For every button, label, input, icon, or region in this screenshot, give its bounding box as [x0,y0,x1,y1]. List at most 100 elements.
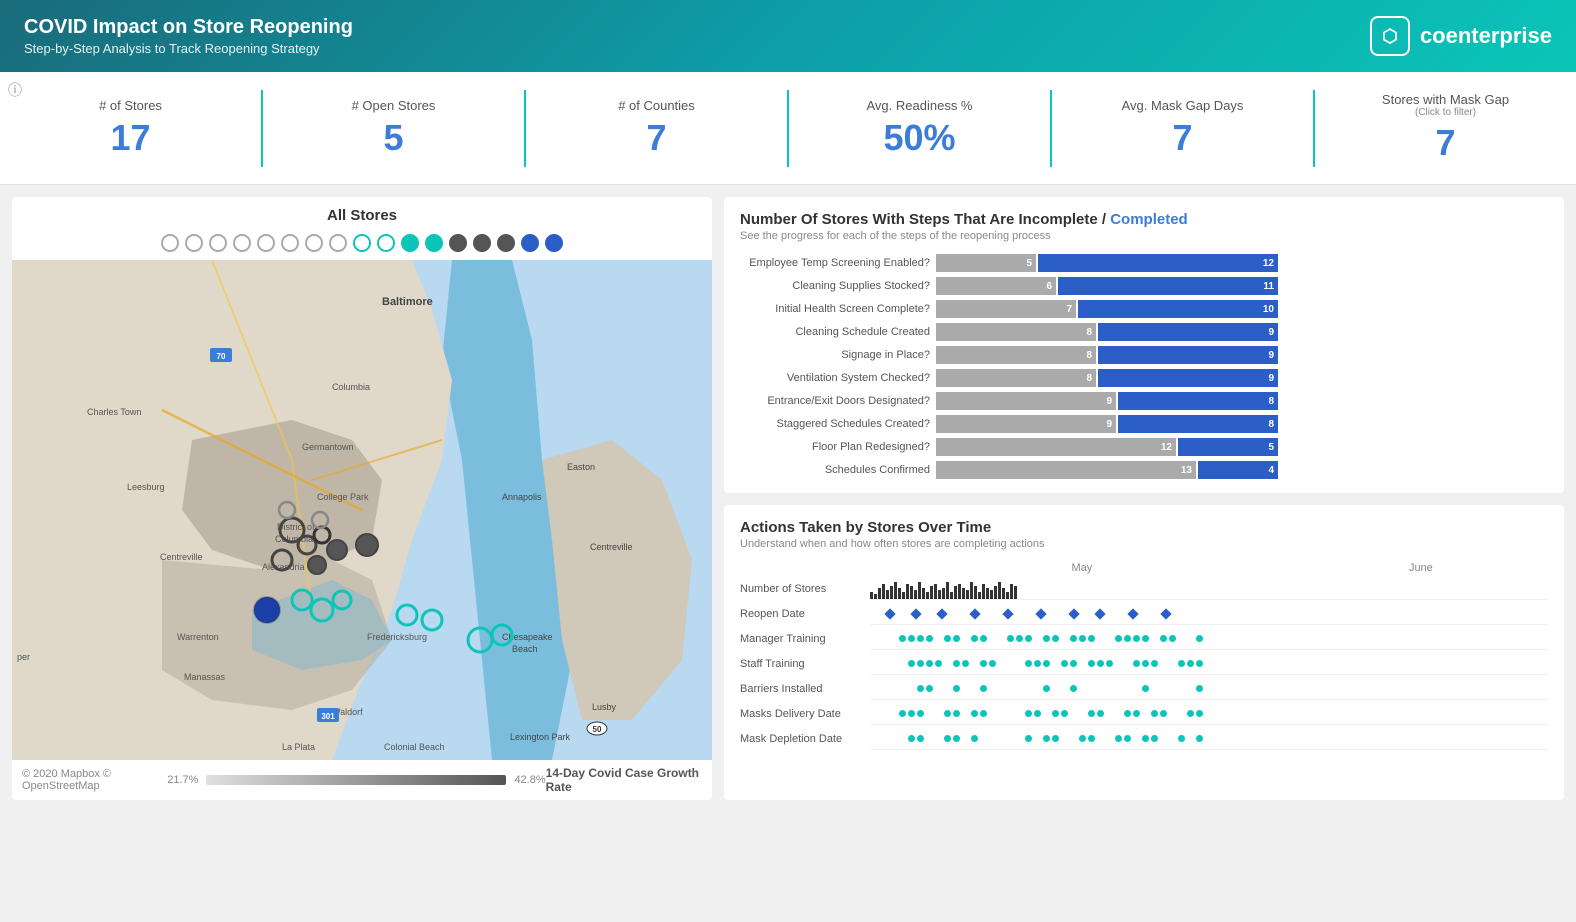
timeline-data-area [870,578,1548,600]
timeline-dot [917,660,924,667]
timeline-dot [1196,710,1203,717]
timeline-dot [980,660,987,667]
bar-completed: 10 [1078,300,1278,318]
timeline-bar-item [910,586,913,600]
dot-12[interactable] [425,234,443,252]
dot-14[interactable] [473,234,491,252]
timeline-dot [1052,710,1059,717]
svg-text:301: 301 [321,712,335,721]
dot-10[interactable] [377,234,395,252]
timeline-bar-item [998,582,1001,600]
kpi-readiness: Avg. Readiness % 50% [789,90,1052,167]
timeline-dot [980,685,987,692]
kpi-stores-value: 17 [16,117,245,159]
timeline-dot [1160,635,1167,642]
timeline-row-label: Staff Training [740,658,870,670]
timeline-subtitle: Understand when and how often stores are… [740,538,1548,550]
map-container[interactable]: Baltimore Columbia Charles Town Leesburg… [12,260,712,760]
bar-row: Entrance/Exit Doors Designated?98 [740,392,1548,410]
timeline-dot [1025,660,1032,667]
bar-row: Initial Health Screen Complete?710 [740,300,1548,318]
bar-track: 710 [936,300,1548,318]
timeline-bar-item [886,590,889,600]
timeline-dot [926,635,933,642]
timeline-bar-item [902,592,905,600]
bar-label: Signage in Place? [740,349,930,361]
timeline-dot [1196,660,1203,667]
timeline-dot [953,735,960,742]
dot-11[interactable] [401,234,419,252]
dot-4[interactable] [233,234,251,252]
timeline-dot [908,635,915,642]
bar-label: Entrance/Exit Doors Designated? [740,395,930,407]
info-icon[interactable]: ⓘ [8,80,22,100]
svg-text:Centreville: Centreville [590,542,633,552]
timeline-bar-item [922,588,925,600]
dot-6[interactable] [281,234,299,252]
kpi-readiness-label: Avg. Readiness % [805,98,1034,113]
svg-text:Annapolis: Annapolis [502,492,542,502]
bar-label: Staggered Schedules Created? [740,418,930,430]
dot-15[interactable] [497,234,515,252]
kpi-stores-label: # of Stores [16,98,245,113]
svg-text:College Park: College Park [317,492,369,502]
timeline-row-label: Masks Delivery Date [740,708,870,720]
timeline-bar-item [882,584,885,600]
timeline-dot [953,635,960,642]
timeline-dot [1088,660,1095,667]
bar-incomplete: 12 [936,438,1176,456]
timeline-bar-item [994,586,997,600]
bar-completed: 9 [1098,369,1278,387]
timeline-section: Actions Taken by Stores Over Time Unders… [724,505,1564,800]
timeline-dot [1106,660,1113,667]
dot-13[interactable] [449,234,467,252]
timeline-data-area [870,703,1548,725]
timeline-bar-item [954,586,957,600]
logo-icon: ⬡ [1370,16,1410,56]
timeline-title: Actions Taken by Stores Over Time [740,519,1548,536]
timeline-row: Barriers Installed [740,678,1548,700]
timeline-dot [908,710,915,717]
timeline-dot [1142,635,1149,642]
timeline-diamond [1002,608,1013,619]
bar-track: 512 [936,254,1548,272]
svg-text:Lexington Park: Lexington Park [510,732,571,742]
svg-text:Colonial Beach: Colonial Beach [384,742,445,752]
timeline-bar-item [930,586,933,600]
dot-2[interactable] [185,234,203,252]
timeline-dot [1052,735,1059,742]
bar-incomplete: 8 [936,369,1096,387]
svg-text:Manassas: Manassas [184,672,226,682]
dot-17[interactable] [545,234,563,252]
kpi-mask-gap-filter[interactable]: Stores with Mask Gap (Click to filter) 7 [1315,84,1576,172]
dot-5[interactable] [257,234,275,252]
timeline-bar-item [970,582,973,600]
bar-completed: 5 [1178,438,1278,456]
dot-16[interactable] [521,234,539,252]
timeline-bar-item [982,584,985,600]
svg-text:Fredericksburg: Fredericksburg [367,632,427,642]
dot-8[interactable] [329,234,347,252]
steps-subtitle: See the progress for each of the steps o… [740,230,1548,242]
svg-text:Warrenton: Warrenton [177,632,219,642]
dot-1[interactable] [161,234,179,252]
svg-text:Lusby: Lusby [592,702,617,712]
bar-completed: 9 [1098,346,1278,364]
timeline-dot [980,635,987,642]
bar-track: 134 [936,461,1548,479]
kpi-bar-wrapper: ⓘ # of Stores 17 # Open Stores 5 # of Co… [0,72,1576,185]
main-content: All Stores [0,185,1576,812]
bar-label: Ventilation System Checked? [740,372,930,384]
dot-3[interactable] [209,234,227,252]
timeline-chart: May June Number of StoresReopen DateMana… [740,562,1548,750]
timeline-bar-item [1010,584,1013,600]
left-panel: All Stores [12,197,712,800]
svg-text:Baltimore: Baltimore [382,296,433,308]
dot-9[interactable] [353,234,371,252]
timeline-data-area [870,653,1548,675]
timeline-dot [1070,685,1077,692]
legend-min: 21.7% [167,774,198,786]
dot-7[interactable] [305,234,323,252]
bar-completed: 12 [1038,254,1278,272]
timeline-dot [1178,735,1185,742]
